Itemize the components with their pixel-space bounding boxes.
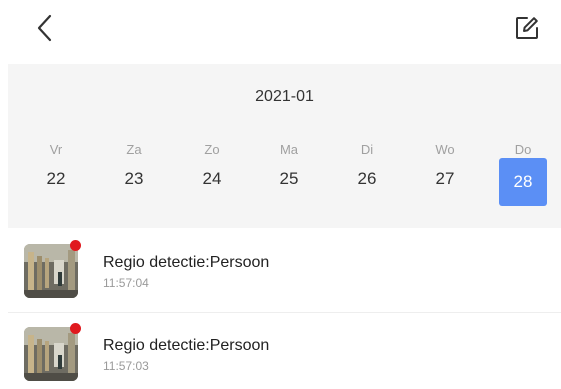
day-number: 23 <box>124 169 144 188</box>
unread-dot <box>70 240 81 251</box>
weekday-label: Wo <box>435 142 455 157</box>
day-28-selected[interactable]: Do 28 <box>499 142 547 206</box>
day-23[interactable]: Za 23 <box>110 142 158 204</box>
event-list-item[interactable]: Regio detectie:Persoon 11:57:04 <box>8 228 561 312</box>
day-25[interactable]: Ma 25 <box>265 142 313 204</box>
event-thumbnail <box>24 244 78 298</box>
weekday-label: Ma <box>279 142 299 157</box>
back-button[interactable] <box>30 12 60 44</box>
day-number: 22 <box>46 169 66 188</box>
day-27[interactable]: Wo 27 <box>421 142 469 204</box>
day-24[interactable]: Zo 24 <box>188 142 236 204</box>
event-time: 11:57:03 <box>103 359 149 373</box>
day-number: 25 <box>279 169 299 188</box>
day-26[interactable]: Di 26 <box>343 142 391 204</box>
edit-button[interactable] <box>511 12 543 44</box>
event-thumbnail <box>24 327 78 381</box>
event-time: 11:57:04 <box>103 276 149 290</box>
date-picker: 2021-01 Vr 22 Za 23 Zo 24 Ma 25 Di 26 Wo… <box>8 64 561 228</box>
weekday-label: Za <box>126 142 142 157</box>
unread-dot <box>70 323 81 334</box>
day-number: 24 <box>202 169 222 188</box>
day-22[interactable]: Vr 22 <box>32 142 80 204</box>
day-number: 27 <box>435 169 455 188</box>
top-bar <box>0 0 561 60</box>
weekday-label: Zo <box>204 142 220 157</box>
event-title: Regio detectie:Persoon <box>103 254 270 271</box>
weekday-label: Di <box>360 142 374 157</box>
day-number: 26 <box>357 169 377 188</box>
month-label: 2021-01 <box>255 88 314 105</box>
day-number: 28 <box>513 172 533 191</box>
event-title: Regio detectie:Persoon <box>103 337 270 354</box>
chevron-left-icon <box>37 14 52 42</box>
weekday-label: Do <box>514 142 532 157</box>
weekday-label: Vr <box>49 142 63 157</box>
event-list-item[interactable]: Regio detectie:Persoon 11:57:03 <box>8 313 561 389</box>
edit-icon <box>516 17 538 39</box>
